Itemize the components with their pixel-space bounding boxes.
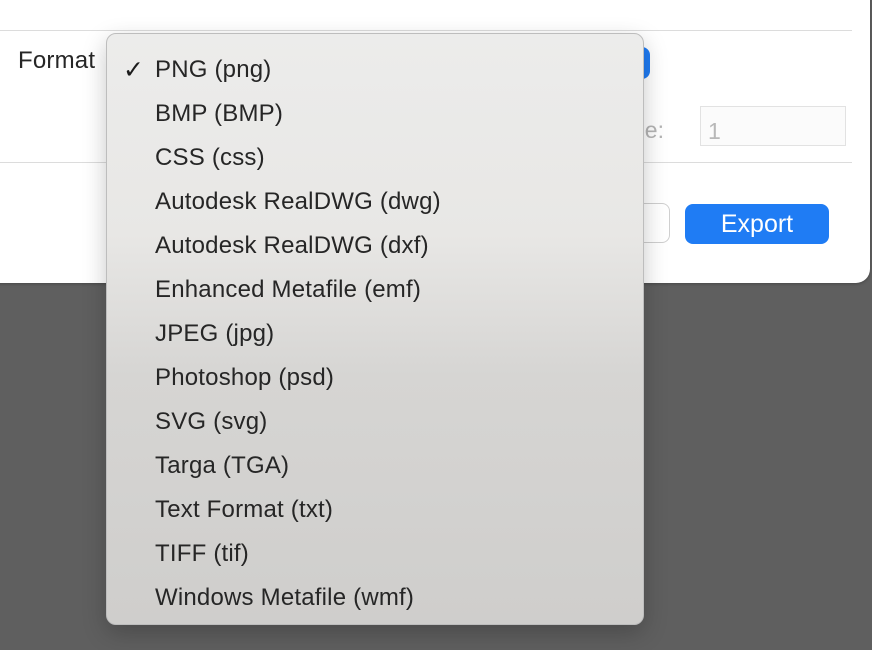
menu-item-label: Text Format (txt) (155, 496, 334, 523)
top-divider (0, 30, 852, 31)
menu-item-txt[interactable]: Text Format (txt) (107, 488, 643, 532)
menu-item-label: Targa (TGA) (155, 452, 290, 479)
menu-item-dwg[interactable]: Autodesk RealDWG (dwg) (107, 180, 643, 224)
menu-item-label: Autodesk RealDWG (dxf) (155, 232, 429, 259)
format-label: Format (18, 47, 96, 74)
menu-item-label: Windows Metafile (wmf) (155, 584, 415, 611)
menu-item-png[interactable]: ✓ PNG (png) (107, 48, 643, 92)
menu-item-wmf[interactable]: Windows Metafile (wmf) (107, 576, 643, 620)
menu-item-label: PNG (png) (155, 56, 272, 83)
menu-item-label: Enhanced Metafile (emf) (155, 276, 422, 303)
menu-item-label: TIFF (tif) (155, 540, 249, 567)
page-range-input[interactable] (700, 106, 846, 146)
menu-item-css[interactable]: CSS (css) (107, 136, 643, 180)
menu-item-tif[interactable]: TIFF (tif) (107, 532, 643, 576)
menu-item-bmp[interactable]: BMP (BMP) (107, 92, 643, 136)
menu-item-svg[interactable]: SVG (svg) (107, 400, 643, 444)
menu-item-label: BMP (BMP) (155, 100, 284, 127)
menu-item-label: SVG (svg) (155, 408, 268, 435)
menu-item-psd[interactable]: Photoshop (psd) (107, 356, 643, 400)
menu-item-tga[interactable]: Targa (TGA) (107, 444, 643, 488)
menu-item-label: Autodesk RealDWG (dwg) (155, 188, 441, 215)
export-button[interactable]: Export (685, 204, 829, 244)
menu-item-label: Photoshop (psd) (155, 364, 335, 391)
menu-item-dxf[interactable]: Autodesk RealDWG (dxf) (107, 224, 643, 268)
menu-item-label: CSS (css) (155, 144, 265, 171)
checkmark-icon: ✓ (123, 55, 144, 84)
format-dropdown-menu: ✓ PNG (png) BMP (BMP) CSS (css) Autodesk… (106, 33, 644, 625)
menu-item-emf[interactable]: Enhanced Metafile (emf) (107, 268, 643, 312)
menu-item-jpg[interactable]: JPEG (jpg) (107, 312, 643, 356)
menu-item-label: JPEG (jpg) (155, 320, 275, 347)
